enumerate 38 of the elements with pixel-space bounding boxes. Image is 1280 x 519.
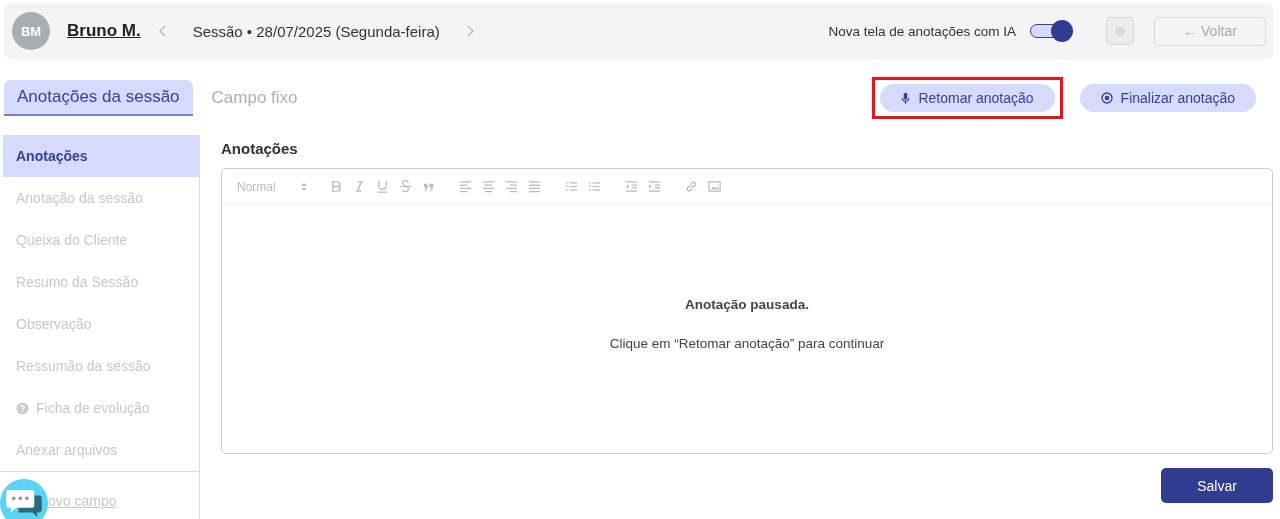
ordered-list-icon[interactable] [565, 180, 578, 193]
chevron-right-icon[interactable] [465, 25, 474, 37]
ai-toggle[interactable] [1028, 19, 1074, 43]
sort-arrows-icon [300, 181, 307, 192]
format-dropdown[interactable]: Normal [237, 179, 312, 194]
indent-icon[interactable] [648, 180, 661, 193]
italic-icon[interactable] [353, 180, 366, 193]
microphone-icon [901, 91, 911, 105]
align-left-icon[interactable] [459, 180, 472, 193]
action-button[interactable]: Finalizar anotação [1079, 84, 1256, 112]
chevron-left-icon[interactable] [158, 25, 167, 37]
avatar: BM [12, 12, 50, 50]
link-icon[interactable] [685, 180, 698, 193]
align-center-icon[interactable] [482, 180, 495, 193]
section-title: Anotações [221, 140, 299, 157]
help-icon [16, 401, 29, 415]
align-right-icon[interactable] [505, 180, 518, 193]
paused-message: Clique em “Retomar anotação” para continuar [609, 336, 885, 351]
image-icon[interactable] [708, 180, 721, 193]
save-button[interactable]: Salvar [1161, 468, 1273, 503]
patient-link[interactable]: Bruno M. [67, 21, 141, 41]
justify-icon[interactable] [528, 180, 541, 193]
action-button[interactable]: Retomar anotação [880, 84, 1055, 112]
settings-icon [1115, 26, 1125, 36]
session-date: Sessão • 28/07/2025 (Segunda-feira) [192, 22, 440, 40]
ai-toggle-label: Nova tela de anotações com IA [828, 23, 1016, 39]
outdent-icon[interactable] [625, 180, 638, 193]
tab[interactable]: Anotações da sessão [4, 80, 193, 116]
strike-icon[interactable] [399, 180, 412, 193]
underline-icon[interactable] [376, 180, 389, 193]
paused-title: Anotação pausada. [685, 297, 809, 312]
text-editor[interactable]: Normal Anotação pausada. Clique em “Retomar anotação” para continuar [221, 168, 1273, 454]
tab[interactable]: Campo fixo [198, 80, 311, 116]
bold-icon[interactable] [330, 180, 343, 193]
sidebar-item[interactable]: Anotações [3, 135, 199, 177]
chat-bubble-button[interactable] [0, 479, 48, 519]
bullet-list-icon[interactable] [588, 180, 601, 193]
record-icon [1100, 92, 1113, 104]
